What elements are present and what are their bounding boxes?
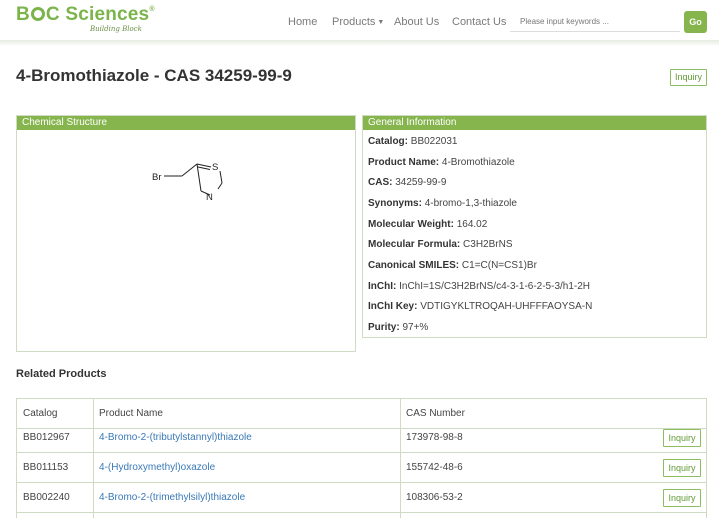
chemical-structure-panel: Chemical Structure Br S N [16, 115, 356, 352]
row-catalog: BB002240 [23, 492, 70, 503]
nitrogen-atom-label: N [206, 192, 213, 203]
nav-home[interactable]: Home [288, 16, 317, 28]
info-row-product-name: Product Name: 4-Bromothiazole [368, 157, 515, 168]
chevron-down-icon: ▼ [377, 19, 385, 26]
row-inquiry-button[interactable]: Inquiry [663, 429, 701, 447]
row-product-link[interactable]: 4-(Hydroxymethyl)oxazole [99, 453, 215, 483]
inquiry-button[interactable]: Inquiry [670, 69, 707, 86]
related-products-heading: Related Products [16, 368, 107, 380]
search-input[interactable] [510, 12, 680, 32]
info-row-molecular-formula: Molecular Formula: C3H2BrNS [368, 239, 513, 250]
boc-sciences-logo[interactable]: BC Sciences® Building Block [16, 4, 154, 36]
table-row: BB012967 4-Bromo-2-(tributylstannyl)thia… [17, 423, 706, 453]
general-information-heading: General Information [363, 116, 706, 130]
info-row-synonyms: Synonyms: 4-bromo-1,3-thiazole [368, 198, 517, 209]
row-product-link[interactable]: 4-Bromo-2-(tributylstannyl)thiazole [99, 423, 252, 453]
site-header: BC Sciences® Building Block Home Product… [0, 0, 719, 42]
info-row-canonical-smiles: Canonical SMILES: C1=C(N=CS1)Br [368, 260, 537, 271]
info-row-inchi: InChI: InChI=1S/C3H2BrNS/c4-3-1-6-2-5-3/… [368, 281, 591, 292]
info-row-catalog: Catalog: BB022031 [368, 136, 458, 147]
info-row-inchi-key: InChI Key: VDTIGYKLTROQAH-UHFFFAOYSA-N [368, 301, 593, 312]
chemical-structure-heading: Chemical Structure [17, 116, 355, 130]
table-row: BB002240 4-Bromo-2-(trimethylsilyl)thiaz… [17, 483, 706, 513]
header-divider [0, 40, 719, 46]
nav-about-us[interactable]: About Us [394, 16, 439, 28]
row-inquiry-button[interactable]: Inquiry [663, 489, 701, 507]
nav-contact-us[interactable]: Contact Us [452, 16, 506, 28]
related-products-table: Catalog Product Name CAS Number BB012967… [16, 398, 707, 518]
search-go-button[interactable]: Go [684, 11, 707, 33]
bromine-atom-label: Br [152, 172, 162, 183]
logo-tagline: Building Block [90, 25, 142, 33]
general-information-panel: General Information Catalog: BB022031 Pr… [362, 115, 707, 338]
sulfur-atom-label: S [212, 162, 218, 173]
info-row-cas: CAS: 34259-99-9 [368, 177, 447, 188]
logo-wordmark: BC Sciences® [16, 4, 155, 25]
row-cas-number: 173978-98-8 [406, 432, 463, 443]
row-cas-number: 108306-53-2 [406, 492, 463, 503]
row-inquiry-button[interactable]: Inquiry [663, 459, 701, 477]
table-row: BB011153 4-(Hydroxymethyl)oxazole 155742… [17, 453, 706, 483]
row-catalog: BB012967 [23, 432, 70, 443]
nav-products-label: Products [332, 16, 376, 28]
row-cas-number: 155742-48-6 [406, 462, 463, 473]
info-row-purity: Purity: 97+% [368, 322, 429, 333]
logo-ring-icon [30, 7, 45, 21]
row-catalog: BB011153 [23, 462, 69, 473]
info-row-molecular-weight: Molecular Weight: 164.02 [368, 219, 488, 230]
row-product-link[interactable]: 4-Bromo-2-(trimethylsilyl)thiazole [99, 483, 245, 513]
page-title: 4-Bromothiazole - CAS 34259-99-9 [16, 66, 292, 85]
molecule-structure-image: Br S N [152, 162, 223, 203]
nav-products[interactable]: Products ▼ [332, 16, 384, 28]
